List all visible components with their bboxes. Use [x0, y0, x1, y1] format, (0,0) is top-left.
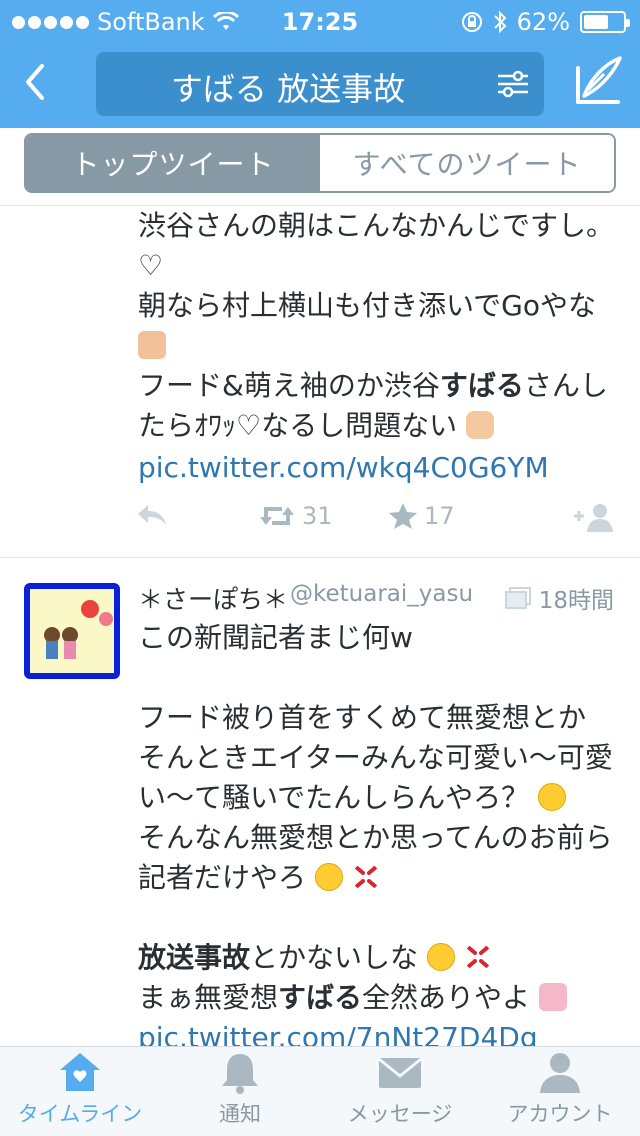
grinning-emoji-icon — [426, 943, 455, 971]
tab-notifications[interactable]: 通知 — [160, 1047, 320, 1136]
tweet-line: フード被り首をすくめて無愛想とか — [138, 701, 587, 734]
tweet-line: 渋谷さんの朝はこんなかんじですし。 — [138, 209, 615, 242]
avatar-image — [30, 589, 114, 673]
anger-emoji-icon — [351, 863, 380, 891]
tab-messages[interactable]: メッセージ — [320, 1047, 480, 1136]
chevron-left-icon — [26, 64, 44, 100]
follow-user-icon — [574, 504, 613, 532]
tab-label: メッセージ — [347, 1102, 453, 1126]
tweet-item[interactable]: 渋谷さんの朝はこんなかんじですし。 ♡ 朝なら村上横山も付き添いでGoやな フー… — [0, 206, 640, 558]
tweet-header: ＊さーぽち＊ @ketuarai_yasu 18時間 — [138, 580, 618, 614]
tweet-line: そんなん無愛想とか思ってんのお前ら — [138, 821, 613, 854]
tab-timeline[interactable]: タイムライン — [0, 1047, 160, 1136]
segment-all-tweets[interactable]: すべてのツイート — [320, 135, 614, 191]
tweet-line: そんときエイターみんな可愛い〜可愛 — [138, 741, 613, 774]
tweet-line — [138, 326, 618, 366]
back-button[interactable] — [14, 60, 54, 104]
battery-percent: 62% — [516, 8, 570, 36]
bluetooth-icon — [493, 10, 507, 34]
tweet-link[interactable]: pic.twitter.com/7nNt27D4Dg — [138, 1018, 618, 1046]
tweet-line: ♡ — [138, 249, 164, 282]
user-icon — [540, 1053, 580, 1093]
search-query-box[interactable]: すばる 放送事故 — [96, 52, 544, 116]
tweet-body: 渋谷さんの朝はこんなかんじですし。 ♡ 朝なら村上横山も付き添いでGoやな フー… — [138, 206, 618, 488]
reply-icon — [138, 505, 166, 525]
tweet-time: 18時間 — [504, 581, 614, 615]
tweet-line: 朝なら村上横山も付き添いでGoやな — [138, 289, 596, 322]
tweet-link[interactable]: pic.twitter.com/wkq4C0G6YM — [138, 448, 618, 488]
nav-bar: すばる 放送事故 — [0, 40, 640, 128]
raised-hand-emoji-icon — [466, 411, 495, 439]
tweet-line: い〜て騒いでたんしらんやろ？ — [138, 778, 618, 818]
battery-fill — [584, 15, 608, 29]
favorite-button[interactable]: 17 — [388, 502, 455, 530]
highlight-keyword: すばる — [278, 981, 363, 1014]
retweet-count: 31 — [302, 502, 333, 530]
highlight-keyword: 放送事故 — [138, 941, 251, 974]
couple-kiss-emoji-icon — [538, 983, 567, 1011]
segment-bar: トップツイート すべてのツイート — [0, 128, 640, 206]
tweet-filter-segment: トップツイート すべてのツイート — [24, 133, 616, 193]
search-title: すばる 放送事故 — [170, 70, 406, 108]
avatar[interactable] — [24, 583, 120, 679]
user-name[interactable]: ＊さーぽち＊ — [138, 580, 288, 616]
tweet-line: 放送事故とかないしな — [138, 938, 618, 978]
segment-top-tweets[interactable]: トップツイート — [26, 135, 320, 191]
tweet-actions: 31 17 — [0, 502, 640, 542]
top-header: SoftBank 17:25 62% すばる 放送事故 — [0, 0, 640, 128]
tab-label: アカウント — [507, 1102, 613, 1126]
home-icon — [60, 1053, 100, 1091]
tweet-item[interactable]: ＊さーぽち＊ @ketuarai_yasu 18時間 この新聞記者まじ何w フー… — [0, 558, 640, 1046]
tweet-line: まぁ無愛想すばる全然ありやよ — [138, 978, 618, 1018]
star-icon — [389, 503, 417, 529]
retweet-button[interactable]: 31 — [258, 502, 333, 530]
search-timeline[interactable]: 渋谷さんの朝はこんなかんじですし。 ♡ 朝なら村上横山も付き添いでGoやな フー… — [0, 206, 640, 1046]
tweet-line: フード&萌え袖のか渋谷すばるさんし — [138, 369, 608, 402]
status-right: 62% — [461, 8, 630, 36]
filter-sliders-icon[interactable] — [496, 68, 530, 100]
favorite-count: 17 — [424, 502, 455, 530]
compose-tweet-icon[interactable] — [574, 54, 624, 106]
tab-account[interactable]: アカウント — [480, 1047, 640, 1136]
user-handle[interactable]: @ketuarai_yasu — [290, 581, 473, 607]
envelope-icon — [378, 1057, 422, 1088]
follow-button[interactable] — [572, 502, 614, 532]
reply-button[interactable] — [136, 502, 168, 528]
highlight-keyword: すばる — [439, 369, 524, 402]
tweet-line: 記者だけやろ — [138, 858, 618, 898]
grinning-emoji-icon — [538, 783, 567, 811]
status-bar: SoftBank 17:25 62% — [0, 0, 640, 40]
tab-bar: タイムライン 通知 メッセージ アカウント — [0, 1046, 640, 1136]
thumbs-up-emoji-icon — [138, 331, 166, 359]
rotation-lock-icon — [461, 12, 482, 32]
tab-label: 通知 — [219, 1102, 261, 1126]
gallery-icon — [504, 587, 531, 609]
tab-label: タイムライン — [17, 1102, 143, 1126]
battery-icon — [580, 11, 630, 33]
retweet-icon — [260, 507, 294, 525]
grinning-emoji-icon — [314, 863, 343, 891]
anger-emoji-icon — [463, 943, 492, 971]
bell-icon — [222, 1054, 258, 1094]
tweet-line: たらｵﾜｯ♡なるし問題ない — [138, 406, 618, 446]
tweet-body: この新聞記者まじ何w フード被り首をすくめて無愛想とか そんときエイターみんな可… — [138, 618, 618, 1046]
tweet-line: この新聞記者まじ何w — [138, 621, 413, 654]
